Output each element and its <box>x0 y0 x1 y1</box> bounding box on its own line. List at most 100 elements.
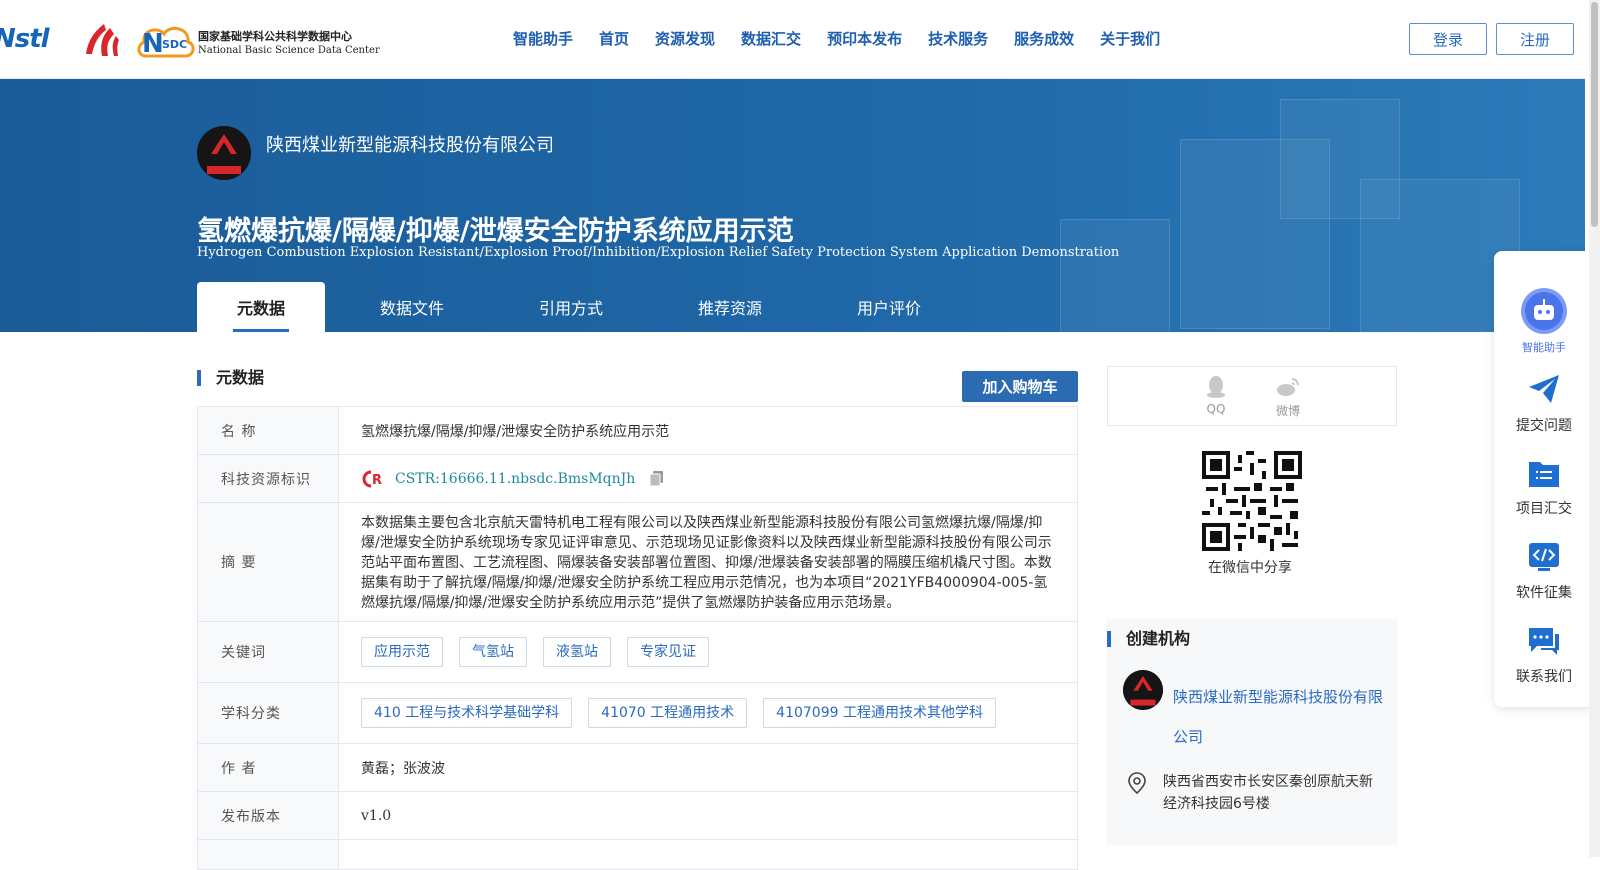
wechat-qr-code <box>1202 451 1302 551</box>
tab-recommended[interactable]: 推荐资源 <box>643 282 817 332</box>
share-qq[interactable]: QQ <box>1196 375 1236 416</box>
qq-icon <box>1207 376 1225 398</box>
nsdc-logo[interactable]: N SDC 国家基础学科公共科学数据中心 National Basic Scie… <box>136 20 380 60</box>
cstr-value[interactable]: CSTR:16666.11.nbsdc.BmsMqnJh <box>395 471 635 487</box>
float-ai-label: 智能助手 <box>1522 341 1566 354</box>
float-project-label: 项目汇交 <box>1516 501 1572 517</box>
svg-text:N: N <box>142 29 164 59</box>
register-button[interactable]: 注册 <box>1496 23 1574 55</box>
add-to-cart-button[interactable]: 加入购物车 <box>962 371 1078 402</box>
keyword-tag[interactable]: 液氢站 <box>543 637 611 667</box>
version-value: v1.0 <box>361 807 392 824</box>
float-contact-label: 联系我们 <box>1516 669 1572 685</box>
share-box: QQ 微博 <box>1107 366 1397 426</box>
float-software-collection[interactable]: 软件征集 <box>1494 542 1594 602</box>
metadata-table: 名 称 氢燃爆抗爆/隔爆/抑爆/泄爆安全防护系统应用示范 科技资源标识 R CS… <box>197 406 1078 870</box>
code-icon <box>1529 543 1559 571</box>
nav-about[interactable]: 关于我们 <box>1100 28 1160 49</box>
keywords-cell: 应用示范 气氢站 液氢站 专家见证 <box>339 622 1077 682</box>
share-qq-label: QQ <box>1206 402 1226 416</box>
subject-tag[interactable]: 41070 工程通用技术 <box>588 698 748 728</box>
table-row <box>198 840 1077 870</box>
creator-org-address: 陕西省西安市长安区秦创原航天新经济科技园6号楼 <box>1163 774 1373 812</box>
dataset-title-cn: 氢燃爆抗爆/隔爆/抑爆/泄爆安全防护系统应用示范 <box>197 216 794 247</box>
nav-preprint[interactable]: 预印本发布 <box>827 28 902 49</box>
row-label <box>198 840 339 869</box>
keyword-tag[interactable]: 应用示范 <box>361 637 443 667</box>
row-label: 摘 要 <box>198 503 339 621</box>
nsdc-name-cn: 国家基础学科公共科学数据中心 <box>198 30 352 43</box>
tab-metadata[interactable]: 元数据 <box>197 282 325 332</box>
table-row: 作 者 黄磊；张波波 <box>198 744 1077 792</box>
abstract-cell: 本数据集主要包含北京航天雷特机电工程有限公司以及陕西煤业新型能源科技股份有限公司… <box>339 503 1077 621</box>
top-header: Nstl N SDC 国家基础学科公共科学数据中心 National Basic… <box>0 0 1585 79</box>
row-label: 发布版本 <box>198 792 339 839</box>
paper-plane-icon <box>1529 375 1559 403</box>
share-weibo-label: 微博 <box>1275 404 1300 418</box>
nav-ai-assistant[interactable]: 智能助手 <box>513 28 573 49</box>
creator-org-title: 创建机构 <box>1107 631 1190 647</box>
float-project-submission[interactable]: 项目汇交 <box>1494 458 1594 518</box>
keyword-tag[interactable]: 专家见证 <box>627 637 709 667</box>
org-logo-icon <box>197 126 251 180</box>
row-label: 学科分类 <box>198 683 339 743</box>
nav-data-submission[interactable]: 数据汇交 <box>741 28 801 49</box>
dataset-title-en: Hydrogen Combustion Explosion Resistant/… <box>197 245 1120 260</box>
cstr-link[interactable]: R CSTR:16666.11.nbsdc.BmsMqnJh <box>361 470 635 488</box>
table-row: 发布版本 v1.0 <box>198 792 1077 840</box>
chat-bubble-icon <box>1529 628 1559 655</box>
float-submit-issue[interactable]: 提交问题 <box>1494 373 1594 435</box>
float-submit-label: 提交问题 <box>1516 418 1572 434</box>
nav-resource-discovery[interactable]: 资源发现 <box>655 28 715 49</box>
tab-data-files[interactable]: 数据文件 <box>325 282 499 332</box>
table-row: 学科分类 410 工程与技术科学基础学科 41070 工程通用技术 410709… <box>198 683 1077 744</box>
floating-tools-panel: 智能助手 提交问题 项目汇交 软件征集 联系我们 <box>1494 251 1594 707</box>
dataset-tabs: 元数据 数据文件 引用方式 推荐资源 用户评价 <box>197 282 961 332</box>
page-scrollbar[interactable] <box>1589 0 1600 857</box>
nav-tech-service[interactable]: 技术服务 <box>928 28 988 49</box>
creator-org-avatar[interactable] <box>1123 670 1163 710</box>
table-row: 科技资源标识 R CSTR:16666.11.nbsdc.BmsMqnJh <box>198 455 1077 503</box>
scrollbar-thumb[interactable] <box>1591 2 1598 227</box>
float-ai-assistant[interactable]: 智能助手 <box>1494 287 1594 355</box>
subject-tag[interactable]: 410 工程与技术科学基础学科 <box>361 698 573 728</box>
row-label: 关键词 <box>198 622 339 682</box>
abstract-text: 本数据集主要包含北京航天雷特机电工程有限公司以及陕西煤业新型能源科技股份有限公司… <box>361 515 1052 611</box>
creator-org-box: 创建机构 陕西煤业新型能源科技股份有限公司 陕西省西安市长安区秦创原航天新经济科… <box>1107 619 1397 845</box>
cstr-cell: R CSTR:16666.11.nbsdc.BmsMqnJh <box>339 455 1077 502</box>
main-nav: 智能助手 首页 资源发现 数据汇交 预印本发布 技术服务 服务成效 关于我们 <box>513 28 1186 49</box>
org-logo-icon <box>1123 670 1163 710</box>
qr-caption: 在微信中分享 <box>1208 560 1292 576</box>
metadata-section-title: 元数据 <box>197 370 264 386</box>
table-row: 名 称 氢燃爆抗爆/隔爆/抑爆/泄爆安全防护系统应用示范 <box>198 407 1077 455</box>
row-value <box>339 840 1077 869</box>
subject-tag[interactable]: 4107099 工程通用技术其他学科 <box>763 698 996 728</box>
row-label: 科技资源标识 <box>198 455 339 502</box>
svg-text:R: R <box>372 473 382 488</box>
banner-decoration <box>1060 219 1170 332</box>
weibo-icon <box>1277 378 1299 396</box>
org-avatar[interactable] <box>197 126 251 180</box>
row-label: 名 称 <box>198 407 339 454</box>
creator-org-link[interactable]: 陕西煤业新型能源科技股份有限公司 <box>1173 677 1383 757</box>
nav-home[interactable]: 首页 <box>599 28 629 49</box>
cstr-logo-icon: R <box>362 470 382 488</box>
nav-service-results[interactable]: 服务成效 <box>1014 28 1074 49</box>
robot-icon <box>1521 288 1567 334</box>
float-contact-us[interactable]: 联系我们 <box>1494 626 1594 686</box>
tab-user-reviews[interactable]: 用户评价 <box>817 282 961 332</box>
dataset-name-value: 氢燃爆抗爆/隔爆/抑爆/泄爆安全防护系统应用示范 <box>361 423 670 440</box>
table-row: 关键词 应用示范 气氢站 液氢站 专家见证 <box>198 622 1077 683</box>
nstl-logo[interactable]: Nstl <box>0 24 50 54</box>
red-ribbon-logo[interactable] <box>82 22 120 58</box>
copy-icon[interactable] <box>649 470 665 488</box>
dataset-banner: 陕西煤业新型能源科技股份有限公司 氢燃爆抗爆/隔爆/抑爆/泄爆安全防护系统应用示… <box>0 79 1585 332</box>
tab-citation[interactable]: 引用方式 <box>499 282 643 332</box>
banner-org-name[interactable]: 陕西煤业新型能源科技股份有限公司 <box>266 131 554 157</box>
authors-value: 黄磊；张波波 <box>361 760 445 777</box>
nsdc-name-en: National Basic Science Data Center <box>198 45 380 56</box>
share-weibo[interactable]: 微博 <box>1268 375 1308 419</box>
location-pin-icon <box>1128 772 1146 794</box>
keyword-tag[interactable]: 气氢站 <box>459 637 527 667</box>
login-button[interactable]: 登录 <box>1409 23 1487 55</box>
